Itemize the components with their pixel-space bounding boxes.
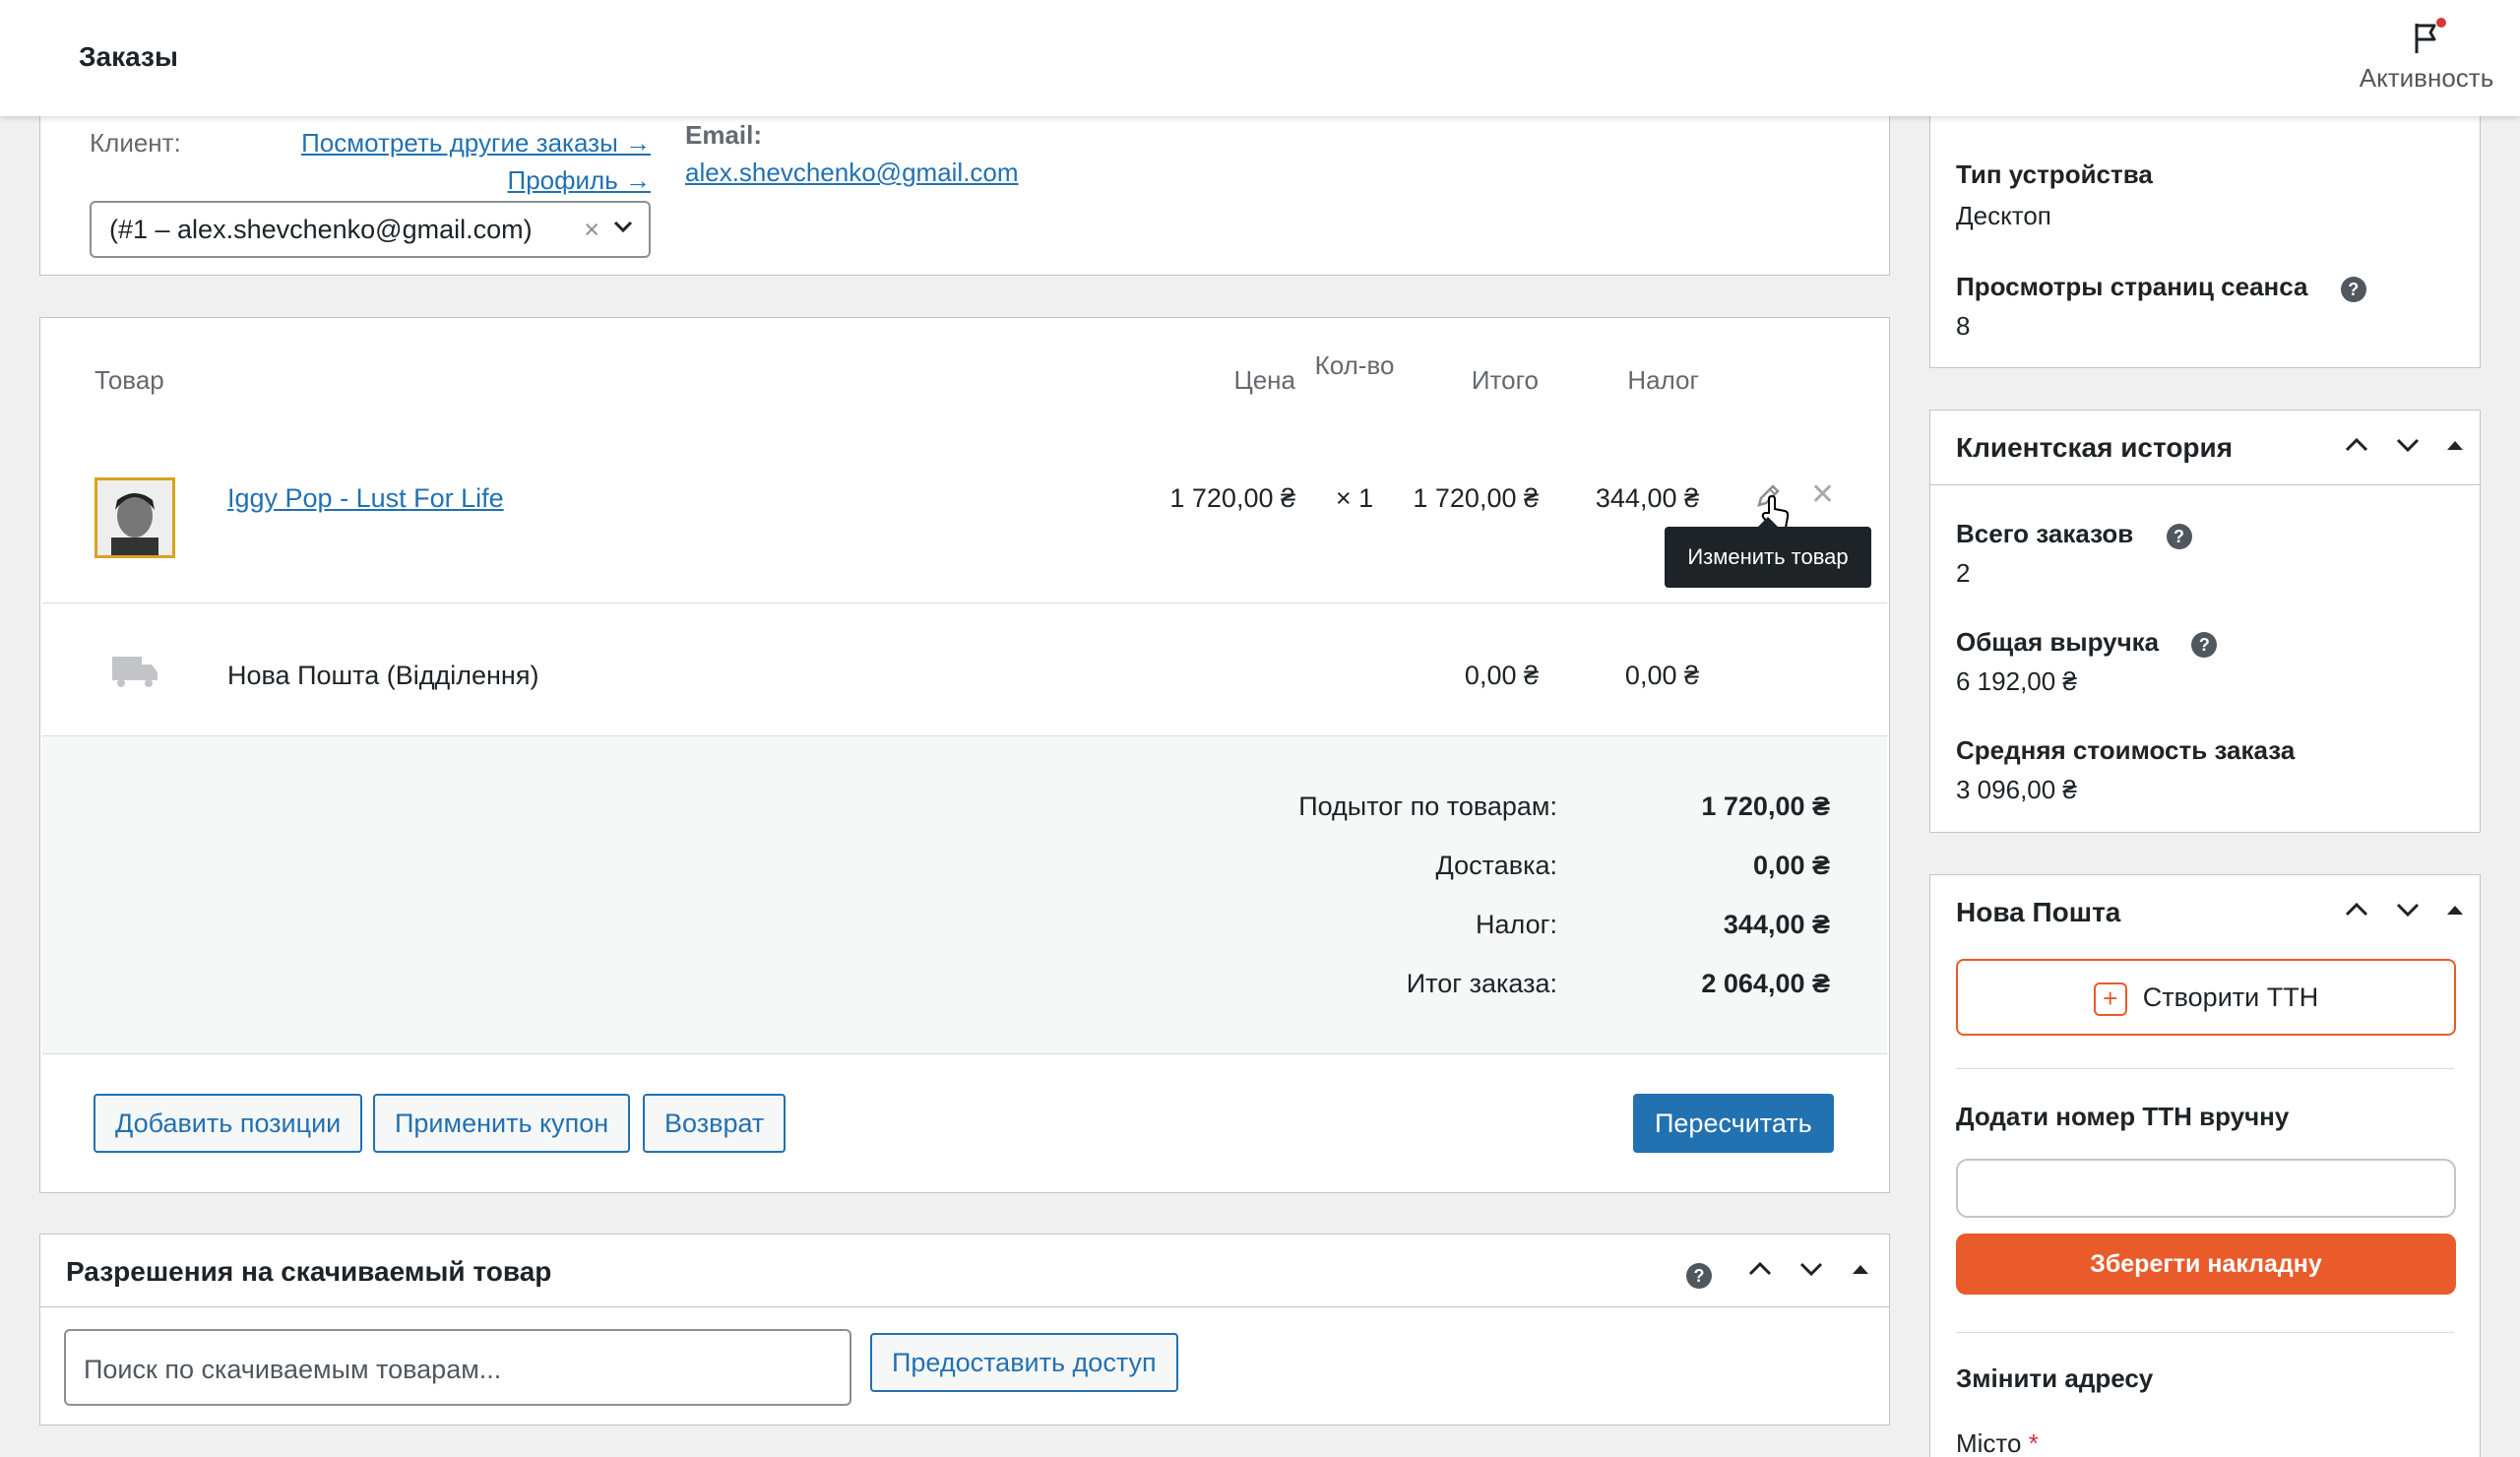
collapse-toggle-icon[interactable]	[1846, 1254, 1875, 1291]
page-title: Заказы	[79, 41, 178, 72]
download-permissions-panel: Разрешения на скачиваемый товар ? Поиск …	[39, 1234, 1890, 1425]
shipping-total-label: Доставка:	[1435, 851, 1557, 880]
device-type-value: Десктоп	[1956, 201, 2051, 230]
customer-history-title: Клиентская история	[1956, 432, 2234, 463]
help-icon[interactable]: ?	[2166, 524, 2192, 549]
required-mark: *	[2028, 1428, 2039, 1457]
pageviews-label-text: Просмотры страниц сеанса	[1956, 272, 2308, 301]
product-thumbnail	[94, 477, 175, 558]
customer-history-panel: Клиентская история Всего заказов ? 2 Общ…	[1929, 410, 2481, 833]
grant-access-button[interactable]: Предоставить доступ	[870, 1333, 1178, 1392]
download-permissions-title: Разрешения на скачиваемый товар	[66, 1256, 552, 1287]
col-qty: Кол-во	[1314, 350, 1395, 380]
customer-select-value: (#1 – alex.shevchenko@gmail.com)	[109, 215, 533, 244]
order-items-panel: Товар Цена Кол-во Итого Налог Iggy Pop -…	[39, 317, 1890, 1193]
table-row	[42, 442, 1887, 603]
total-revenue-value: 6 192,00 ₴	[1956, 666, 2077, 696]
activity-button[interactable]: Активность	[2353, 18, 2500, 94]
flag-icon	[2407, 18, 2446, 57]
delete-item-icon[interactable]: ✕	[1810, 477, 1835, 512]
clear-icon[interactable]: ×	[584, 215, 599, 245]
device-type-label: Тип устройства	[1956, 159, 2153, 189]
truck-icon	[112, 655, 158, 695]
nova-poshta-title: Нова Пошта	[1956, 897, 2121, 927]
client-label: Клиент:	[90, 128, 181, 158]
collapse-toggle-icon[interactable]	[2440, 430, 2470, 467]
download-permissions-header: Разрешения на скачиваемый товар ?	[40, 1235, 1889, 1307]
edit-item-tooltip: Изменить товар	[1665, 517, 1871, 588]
change-address-heading: Змінити адресу	[1956, 1363, 2154, 1393]
move-down-icon[interactable]	[2393, 430, 2423, 467]
help-icon[interactable]: ?	[2191, 632, 2218, 658]
total-orders-value: 2	[1956, 558, 1971, 588]
city-label: Місто *	[1956, 1428, 2039, 1457]
customer-history-header: Клиентская история	[1930, 411, 2480, 485]
profile-link[interactable]: Профиль →	[282, 165, 651, 196]
manual-ttn-label: Додати номер ТТН вручну	[1956, 1102, 2290, 1131]
add-items-button[interactable]: Добавить позиции	[94, 1094, 363, 1153]
activity-label: Активность	[2359, 63, 2494, 93]
notification-dot	[2436, 18, 2446, 28]
save-waybill-button[interactable]: Зберегти накладну	[1956, 1234, 2456, 1295]
move-up-icon[interactable]	[2342, 430, 2371, 467]
order-total-value: 2 064,00 ₴	[1701, 969, 1830, 998]
email-label: Email:	[685, 120, 763, 150]
help-icon[interactable]: ?	[2340, 277, 2366, 302]
collapse-toggle-icon[interactable]	[2440, 895, 2470, 931]
move-down-icon[interactable]	[1796, 1254, 1826, 1291]
refund-button[interactable]: Возврат	[643, 1094, 787, 1153]
total-revenue-label: Общая выручка ?	[1956, 627, 2218, 658]
customer-select[interactable]: (#1 – alex.shevchenko@gmail.com) ×	[90, 201, 651, 258]
average-order-label: Средняя стоимость заказа	[1956, 735, 2296, 765]
total-orders-label: Всего заказов ?	[1956, 519, 2192, 549]
shipping-method-name: Нова Пошта (Відділення)	[227, 661, 539, 690]
order-totals: Подытог по товарам: 1 720,00 ₴ Доставка:…	[42, 735, 1887, 1054]
help-icon[interactable]: ?	[1686, 1258, 1712, 1289]
session-panel: Тип устройства Десктоп Просмотры страниц…	[1929, 98, 2481, 368]
divider	[1956, 1068, 2454, 1069]
create-ttn-label: Створити ТТН	[2142, 982, 2319, 1012]
chevron-down-icon	[611, 215, 635, 245]
recalculate-button[interactable]: Пересчитать	[1633, 1094, 1834, 1153]
tax-total-value: 344,00 ₴	[1723, 910, 1830, 939]
shipping-tax: 0,00 ₴	[1624, 661, 1699, 690]
divider	[1956, 1332, 2454, 1333]
city-label-text: Місто	[1956, 1428, 2022, 1457]
nova-poshta-header: Нова Пошта	[1930, 875, 2480, 950]
product-tax: 344,00 ₴	[1595, 483, 1699, 513]
shipping-total-value: 0,00 ₴	[1752, 851, 1830, 880]
email-link[interactable]: alex.shevchenko@gmail.com	[685, 158, 1019, 188]
move-up-icon[interactable]	[1745, 1254, 1775, 1291]
move-up-icon[interactable]	[2342, 895, 2371, 931]
shipping-total: 0,00 ₴	[1464, 661, 1539, 690]
download-search-placeholder: Поиск по скачиваемым товарам...	[84, 1355, 502, 1384]
nova-poshta-panel: Нова Пошта + Створити ТТН Додати номер ТТ…	[1929, 874, 2481, 1457]
total-revenue-label-text: Общая выручка	[1956, 627, 2160, 657]
download-search-input[interactable]: Поиск по скачиваемым товарам...	[64, 1329, 851, 1406]
move-down-icon[interactable]	[2393, 895, 2423, 931]
apply-coupon-button[interactable]: Применить купон	[373, 1094, 631, 1153]
product-link[interactable]: Iggy Pop - Lust For Life	[227, 483, 504, 514]
subtotal-label: Подытог по товарам:	[1298, 792, 1557, 821]
other-orders-link[interactable]: Посмотреть другие заказы →	[282, 128, 651, 158]
col-tax: Налог	[1627, 365, 1699, 395]
order-total-label: Итог заказа:	[1406, 969, 1557, 998]
top-bar: Заказы Активность	[0, 0, 2520, 116]
pageviews-label: Просмотры страниц сеанса ?	[1956, 272, 2366, 302]
tax-total-label: Налог:	[1476, 910, 1557, 939]
product-price: 1 720,00 ₴	[1169, 483, 1295, 513]
subtotal-value: 1 720,00 ₴	[1701, 792, 1830, 821]
average-order-value: 3 096,00 ₴	[1956, 775, 2077, 804]
create-ttn-button[interactable]: + Створити ТТН	[1956, 959, 2456, 1036]
col-price: Цена	[1233, 365, 1295, 395]
plus-icon: +	[2093, 982, 2127, 1016]
product-total: 1 720,00 ₴	[1413, 483, 1539, 513]
customer-panel: Клиент: Посмотреть другие заказы → Профи…	[39, 98, 1890, 276]
col-total: Итого	[1471, 365, 1539, 395]
col-product: Товар	[94, 365, 164, 395]
manual-ttn-input[interactable]	[1956, 1159, 2456, 1218]
total-orders-label-text: Всего заказов	[1956, 519, 2134, 548]
pageviews-value: 8	[1956, 311, 1971, 341]
